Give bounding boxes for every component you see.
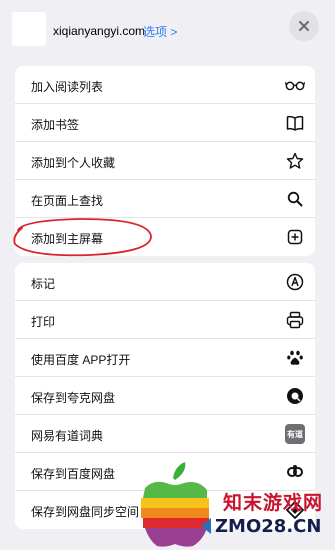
menu-item-add-to-reading-list[interactable]: 加入阅读列表 bbox=[15, 66, 315, 104]
close-icon bbox=[299, 21, 309, 31]
menu-item-open-in-baidu-app[interactable]: 使用百度 APP打开 bbox=[15, 339, 315, 377]
menu-item-label: 在页面上查找 bbox=[31, 194, 104, 208]
baidu-paw-icon bbox=[285, 348, 305, 368]
menu-item-label: 添加到主屏幕 bbox=[31, 232, 104, 246]
watermark-text-domain: ZMO28.CN bbox=[215, 516, 322, 537]
menu-item-label: 使用百度 APP打开 bbox=[31, 353, 131, 367]
markup-pen-icon bbox=[285, 272, 305, 292]
close-button[interactable] bbox=[289, 11, 319, 41]
menu-item-find-on-page[interactable]: 在页面上查找 bbox=[15, 180, 315, 218]
menu-item-label: 标记 bbox=[31, 277, 56, 291]
quark-icon bbox=[285, 386, 305, 406]
star-icon bbox=[285, 151, 305, 171]
reading-glasses-icon bbox=[285, 75, 305, 95]
open-book-icon bbox=[285, 113, 305, 133]
share-sheet-header: xiqianyangyi.com 选项 > bbox=[0, 0, 335, 58]
youdao-icon-text: 有道 bbox=[285, 424, 305, 444]
menu-item-label: 保存到百度网盘 bbox=[31, 467, 116, 481]
menu-item-add-to-favorites[interactable]: 添加到个人收藏 bbox=[15, 142, 315, 180]
search-icon bbox=[285, 189, 305, 209]
options-link[interactable]: 选项 > bbox=[143, 23, 177, 40]
menu-item-label: 添加到个人收藏 bbox=[31, 156, 116, 170]
menu-item-youdao-dictionary[interactable]: 网易有道词典 有道 bbox=[15, 415, 315, 453]
menu-item-print[interactable]: 打印 bbox=[15, 301, 315, 339]
menu-item-label: 保存到夸克网盘 bbox=[31, 391, 116, 405]
actions-group-primary: 加入阅读列表 添加书签 添加到个人收藏 在页面上查找 添加到主屏幕 bbox=[15, 66, 315, 256]
printer-icon bbox=[285, 310, 305, 330]
menu-item-add-to-home-screen[interactable]: 添加到主屏幕 bbox=[15, 218, 315, 256]
menu-item-label: 网易有道词典 bbox=[31, 429, 104, 443]
menu-item-label: 加入阅读列表 bbox=[31, 80, 104, 94]
menu-item-save-to-quark[interactable]: 保存到夸克网盘 bbox=[15, 377, 315, 415]
menu-item-label: 打印 bbox=[31, 315, 56, 329]
menu-item-markup[interactable]: 标记 bbox=[15, 263, 315, 301]
menu-item-add-bookmark[interactable]: 添加书签 bbox=[15, 104, 315, 142]
site-name: xiqianyangyi.com bbox=[53, 24, 146, 38]
watermark: 知末游戏网 ZMO28.CN bbox=[135, 460, 335, 550]
watermark-text-cn: 知末游戏网 bbox=[223, 493, 324, 514]
youdao-icon: 有道 bbox=[285, 424, 305, 444]
menu-item-label: 添加书签 bbox=[31, 118, 80, 132]
site-thumbnail bbox=[12, 12, 46, 46]
menu-item-label: 保存到网盘同步空间 bbox=[31, 505, 140, 519]
plus-square-icon bbox=[285, 227, 305, 247]
watermark-apple-logo bbox=[141, 462, 211, 547]
